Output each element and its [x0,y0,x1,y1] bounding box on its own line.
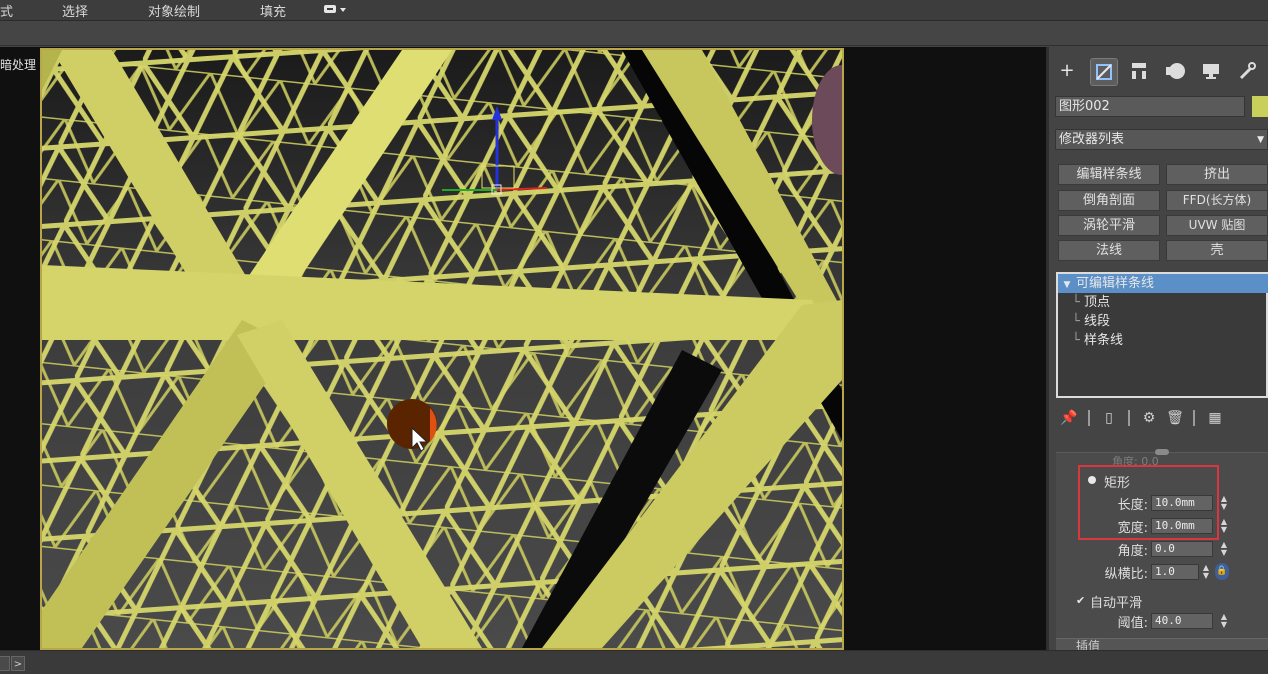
menu-dropdown-icon[interactable] [323,3,347,19]
menu-item-select[interactable]: 选择 [62,1,88,20]
aspect-spinner[interactable]: 1.0 [1151,564,1199,580]
threshold-spinner-arrows-icon[interactable]: ▲ ▼ [1219,613,1229,629]
modifier-button-bevel-profile[interactable]: 倒角剖面 [1058,190,1160,211]
menu-bar: 式 选择 对象绘制 填充 [0,0,1268,21]
lock-aspect-icon[interactable]: 🔒 [1215,563,1229,580]
stack-subitem-label: 顶点 [1083,295,1110,310]
utilities-tab-icon[interactable] [1234,58,1260,84]
secondary-toolbar [0,21,1268,46]
time-slider-bar [0,650,1268,674]
angle-label: 角度: [1117,544,1148,559]
display-tab-icon[interactable] [1198,58,1224,84]
modifier-button-uvw-map[interactable]: UVW 贴图 [1166,215,1268,236]
stack-item-label: 可编辑样条线 [1076,276,1155,291]
configure-modifier-sets-icon[interactable]: ▦ [1206,408,1224,428]
modifier-button-normal[interactable]: 法线 [1058,240,1160,261]
modifier-button-shell[interactable]: 壳 [1166,240,1268,261]
aspect-label: 纵横比: [1104,567,1148,582]
prev-frame-button[interactable] [0,656,10,671]
auto-smooth-checkbox[interactable]: ✔ [1076,595,1086,606]
threshold-spinner[interactable]: 40.0 [1151,613,1213,629]
modifier-button-extrude[interactable]: 挤出 [1166,164,1268,185]
modify-tab-icon[interactable] [1090,58,1118,86]
remove-modifier-icon[interactable]: 🗑 [1166,408,1184,428]
geodesic-mesh [42,50,842,648]
aspect-spinner-arrows-icon[interactable]: ▲ ▼ [1201,564,1211,580]
motion-tab-icon[interactable] [1162,58,1188,84]
show-end-result-icon[interactable]: ▯ [1100,408,1118,428]
stack-subitem-segment[interactable]: └ 线段 [1072,312,1110,331]
object-color-swatch[interactable] [1252,96,1268,117]
menu-item-mode[interactable]: 式 [0,1,13,20]
menu-item-populate[interactable]: 填充 [260,1,286,20]
chevron-down-icon: ▼ [1257,135,1264,145]
stack-subitem-label: 线段 [1083,314,1110,329]
viewport-shading-label[interactable]: 暗处理 ] [0,56,45,73]
toolbar-separator [1193,410,1195,426]
stack-subitem-label: 样条线 [1083,333,1123,348]
make-unique-icon[interactable]: ⚙ [1140,408,1158,428]
auto-smooth-label: 自动平滑 [1090,596,1143,611]
stack-subitem-vertex[interactable]: └ 顶点 [1072,293,1110,312]
angle-spinner-arrows-icon[interactable]: ▲ ▼ [1219,541,1229,557]
stack-item-editable-spline[interactable]: ▼ 可编辑样条线 [1058,274,1268,293]
modifier-list-label: 修改器列表 [1059,132,1125,147]
pin-stack-icon[interactable]: 📌 [1060,408,1078,428]
create-tab-icon[interactable]: + [1054,58,1080,84]
modifier-stack: ▼ 可编辑样条线 └ 顶点 └ 线段 └ 样条线 [1056,272,1268,398]
object-name-field[interactable]: 图形002 [1055,96,1245,117]
toolbar-separator [1088,410,1090,426]
angle-spinner[interactable]: 0.0 [1151,541,1213,557]
modifier-button-turbosmooth[interactable]: 涡轮平滑 [1058,215,1160,236]
modifier-button-edit-spline[interactable]: 编辑样条线 [1058,164,1160,185]
viewport-canvas[interactable] [40,48,844,650]
hierarchy-tab-icon[interactable] [1126,58,1152,84]
menu-item-object-paint[interactable]: 对象绘制 [148,1,200,20]
modifier-button-ffd-box[interactable]: FFD(长方体) [1166,190,1268,211]
stack-subitem-spline[interactable]: └ 样条线 [1072,331,1123,350]
annotation-highlight-box [1078,465,1219,540]
modifier-list-dropdown[interactable]: 修改器列表 ▼ [1055,129,1268,150]
length-spinner-arrows-icon[interactable]: ▲ ▼ [1219,495,1229,511]
toolbar-separator [1128,410,1130,426]
width-spinner-arrows-icon[interactable]: ▲ ▼ [1219,518,1229,534]
threshold-label: 阈值: [1117,616,1148,631]
next-frame-icon[interactable]: > [11,656,25,671]
